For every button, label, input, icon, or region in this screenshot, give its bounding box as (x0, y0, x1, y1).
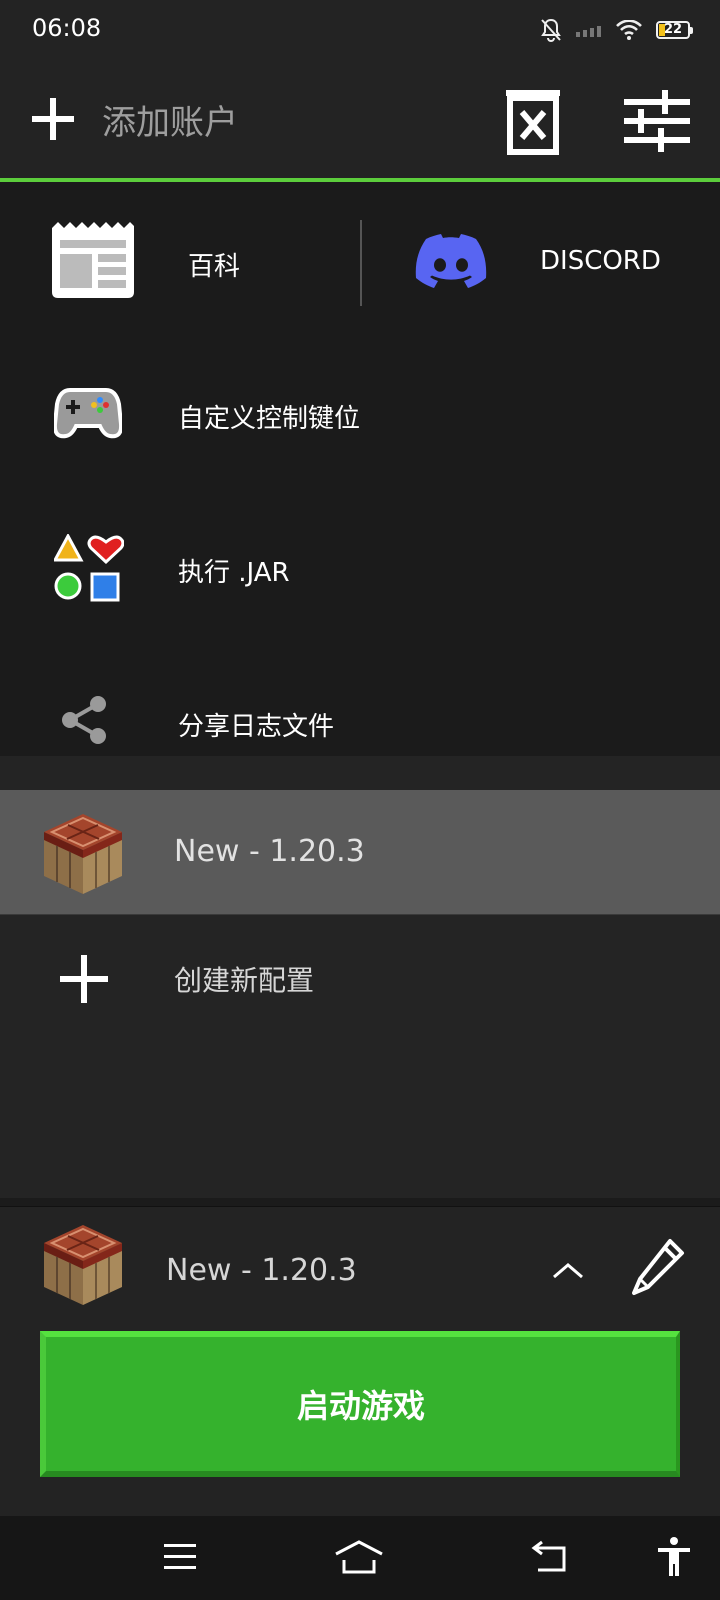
discord-label: DISCORD (540, 246, 661, 276)
status-bar: 06:08 22 (0, 0, 720, 58)
add-account-label: 添加账户 (102, 102, 238, 143)
accessibility-icon[interactable] (656, 1536, 692, 1578)
create-profile-item[interactable]: 创建新配置 (0, 914, 720, 1038)
chevron-up-icon (553, 1263, 583, 1279)
profile-item-selected[interactable]: New - 1.20.3 (0, 790, 720, 914)
share-logs-item[interactable]: 分享日志文件 (0, 676, 720, 756)
home-icon[interactable] (334, 1540, 384, 1574)
settings-button[interactable] (622, 88, 692, 154)
custom-controls-label: 自定义控制键位 (178, 404, 361, 434)
share-logs-label: 分享日志文件 (178, 712, 335, 742)
wifi-icon (616, 20, 642, 40)
battery-level: 22 (663, 22, 683, 37)
create-profile-label: 创建新配置 (174, 964, 315, 997)
status-icons: 22 (540, 16, 693, 44)
launch-bar: New - 1.20.3 启动游戏 (0, 1206, 720, 1516)
add-account-button[interactable]: 添加账户 (30, 84, 238, 154)
selected-profile-dropdown[interactable]: New - 1.20.3 (166, 1253, 357, 1288)
crafting-table-icon (44, 1225, 122, 1305)
system-nav-bar (0, 1516, 720, 1600)
plus-icon (32, 98, 74, 140)
delete-account-button[interactable] (502, 88, 564, 156)
expand-profiles-button[interactable] (548, 1251, 588, 1291)
profile-name: New - 1.20.3 (174, 834, 365, 869)
execute-jar-item[interactable]: 执行 .JAR (0, 520, 720, 620)
share-icon (62, 696, 106, 744)
launch-game-button[interactable]: 启动游戏 (40, 1331, 680, 1477)
pencil-icon (632, 1239, 684, 1295)
launcher-menu: 百科 DISCORD 自定义控制键位 执行 .JAR 分享日志文件 (0, 182, 720, 756)
execute-jar-label: 执行 .JAR (178, 558, 290, 588)
settings-sliders-icon (624, 90, 690, 152)
bell-off-icon (541, 18, 561, 42)
plus-icon (60, 955, 108, 1003)
delete-account-icon (506, 90, 560, 155)
wiki-label: 百科 (188, 252, 241, 282)
shapes-icon (54, 534, 124, 602)
profile-list: New - 1.20.3 创建新配置 (0, 756, 720, 1198)
back-icon[interactable] (530, 1540, 568, 1574)
battery-icon: 22 (656, 21, 693, 39)
status-time: 06:08 (32, 14, 102, 42)
custom-controls-item[interactable]: 自定义控制键位 (0, 366, 720, 466)
menu-icon[interactable] (162, 1542, 198, 1572)
wiki-newspaper-icon (52, 222, 134, 298)
signal-icon (576, 26, 601, 37)
edit-profile-button[interactable] (630, 1237, 686, 1297)
crafting-table-icon (44, 814, 122, 894)
header: 添加账户 (0, 58, 720, 178)
discord-icon (415, 234, 487, 288)
gamepad-icon (54, 388, 122, 439)
